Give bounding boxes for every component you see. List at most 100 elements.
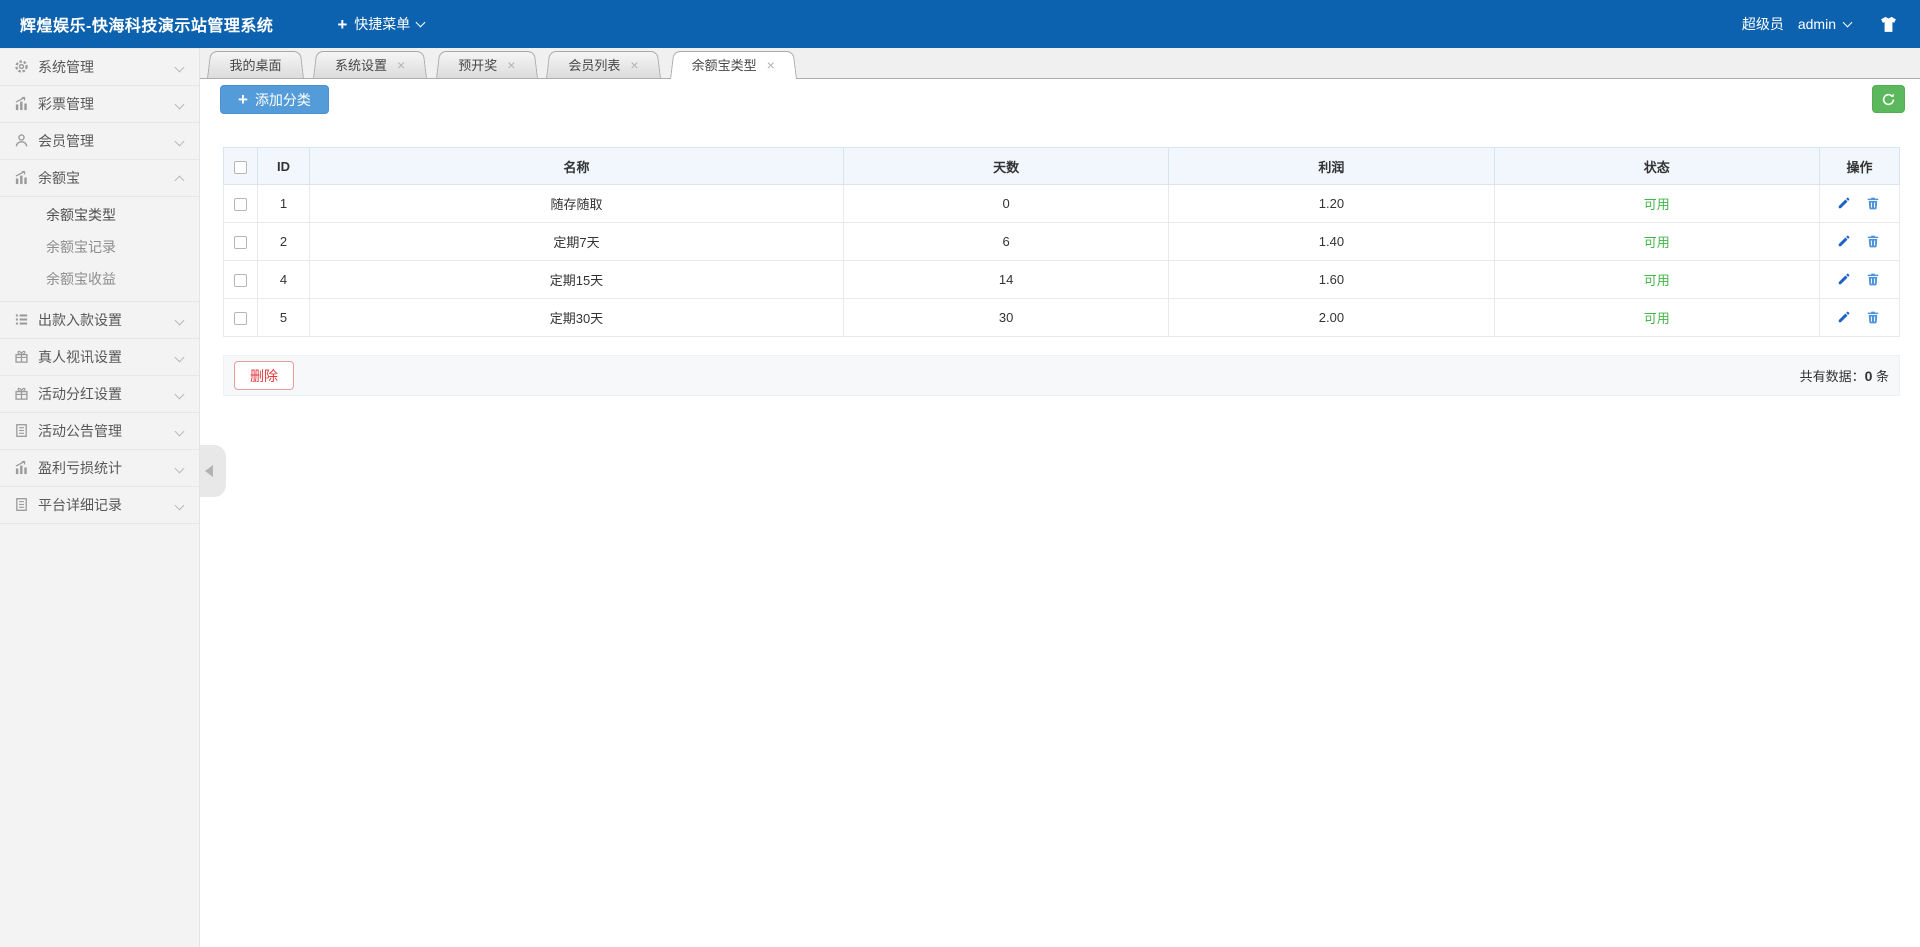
cell-profit: 1.40: [1168, 222, 1495, 261]
theme-button[interactable]: [1879, 15, 1898, 34]
sidebar-item-label: 活动公告管理: [38, 423, 122, 439]
sidebar-item-lottery-management[interactable]: 彩票管理: [0, 86, 199, 123]
app-root: 辉煌娱乐-快海科技演示站管理系统 + 快捷菜单 超级员 admin 系统管理 彩…: [0, 0, 1920, 947]
submenu-item-label: 余额宝收益: [46, 271, 116, 287]
tab-label: 系统设置: [335, 58, 388, 73]
sidebar-menu: 系统管理 彩票管理 会员管理 余额宝 余额宝类型 余额宝记录 余额宝收益 出款入…: [0, 48, 199, 524]
refresh-button[interactable]: [1872, 85, 1905, 113]
sidebar-item-yuebao[interactable]: 余额宝: [0, 160, 199, 197]
column-header-days: 天数: [842, 147, 1170, 185]
add-category-button[interactable]: + 添加分类: [220, 85, 329, 114]
tab-pre-lottery[interactable]: 预开奖 ×: [436, 51, 537, 78]
data-table: ID 名称 天数 利润 状态 操作 1 随存随取 0 1.20 可用 2 定期7…: [223, 147, 1900, 337]
table-row: 1 随存随取 0 1.20 可用: [223, 184, 1900, 223]
trash-icon[interactable]: [1866, 272, 1882, 288]
sidebar-item-activity-announcement[interactable]: 活动公告管理: [0, 413, 199, 450]
toolbar: + 添加分类: [200, 79, 1920, 114]
row-checkbox[interactable]: [234, 312, 247, 326]
sidebar-item-yuebao-income[interactable]: 余额宝收益: [0, 263, 199, 295]
chart-icon: [14, 460, 30, 476]
topbar-right: 超级员 admin: [1742, 14, 1898, 34]
edit-icon[interactable]: [1837, 234, 1853, 250]
sidebar-item-label: 平台详细记录: [38, 497, 122, 513]
tab-label: 余额宝类型: [691, 58, 757, 73]
submenu-item-label: 余额宝类型: [46, 207, 116, 223]
gear-icon: [14, 59, 30, 75]
edit-icon[interactable]: [1837, 272, 1853, 288]
sidebar: 系统管理 彩票管理 会员管理 余额宝 余额宝类型 余额宝记录 余额宝收益 出款入…: [0, 48, 200, 947]
list-icon: [14, 312, 30, 328]
sidebar-item-yuebao-type[interactable]: 余额宝类型: [0, 199, 199, 231]
tab-system-settings[interactable]: 系统设置 ×: [313, 51, 427, 78]
sidebar-item-label: 会员管理: [38, 133, 94, 149]
sidebar-item-system-management[interactable]: 系统管理: [0, 49, 199, 86]
close-icon[interactable]: ×: [397, 58, 405, 72]
tab-label: 会员列表: [568, 58, 621, 73]
cell-id: 2: [257, 222, 310, 261]
chevron-down-icon: [174, 463, 185, 473]
plus-icon: +: [238, 90, 248, 109]
chevron-down-icon: [174, 352, 185, 362]
chevron-up-icon: [174, 175, 185, 185]
row-checkbox[interactable]: [234, 274, 247, 288]
sidebar-item-yuebao-records[interactable]: 余额宝记录: [0, 231, 199, 263]
edit-icon[interactable]: [1837, 310, 1853, 326]
tab-yuebao-type[interactable]: 余额宝类型 ×: [670, 51, 797, 78]
cell-profit: 1.20: [1168, 184, 1495, 223]
total-prefix: 共有数据：: [1799, 369, 1865, 384]
table-header-row: ID 名称 天数 利润 状态 操作: [223, 147, 1900, 185]
trash-icon[interactable]: [1866, 196, 1882, 212]
cell-name: 定期30天: [309, 298, 844, 337]
sidebar-item-profit-loss-statistics[interactable]: 盈利亏损统计: [0, 450, 199, 487]
chevron-down-icon: [1842, 17, 1853, 28]
close-icon[interactable]: ×: [630, 58, 638, 72]
status-badge: 可用: [1643, 235, 1670, 250]
table-footer: 删除 共有数据：0 条: [223, 355, 1900, 396]
gift-icon: [14, 349, 30, 365]
chevron-down-icon: [174, 426, 185, 436]
chevron-down-icon: [174, 62, 185, 72]
chevron-down-icon: [174, 500, 185, 510]
sidebar-item-label: 盈利亏损统计: [38, 460, 122, 476]
sidebar-item-label: 彩票管理: [38, 96, 94, 112]
plus-icon: +: [337, 14, 348, 34]
cell-profit: 2.00: [1168, 298, 1495, 337]
close-icon[interactable]: ×: [767, 58, 775, 72]
main-row: 系统管理 彩票管理 会员管理 余额宝 余额宝类型 余额宝记录 余额宝收益 出款入…: [0, 48, 1920, 947]
tab-member-list[interactable]: 会员列表 ×: [546, 51, 660, 78]
cell-id: 1: [257, 184, 310, 223]
cell-days: 30: [842, 298, 1170, 337]
sidebar-item-withdraw-deposit-settings[interactable]: 出款入款设置: [0, 302, 199, 339]
trash-icon[interactable]: [1866, 234, 1882, 250]
refresh-icon: [1881, 92, 1896, 107]
quick-menu-button[interactable]: + 快捷菜单: [337, 14, 426, 34]
close-icon[interactable]: ×: [507, 58, 515, 72]
trash-icon[interactable]: [1866, 310, 1882, 326]
tab-my-desktop[interactable]: 我的桌面: [207, 51, 304, 78]
sidebar-item-live-video-settings[interactable]: 真人视讯设置: [0, 339, 199, 376]
sidebar-item-label: 真人视讯设置: [38, 349, 122, 365]
sidebar-item-activity-dividend-settings[interactable]: 活动分红设置: [0, 376, 199, 413]
chevron-down-icon: [415, 17, 426, 28]
cell-id: 5: [257, 298, 310, 337]
select-all-checkbox[interactable]: [234, 160, 247, 174]
user-icon: [14, 133, 30, 149]
row-checkbox[interactable]: [234, 198, 247, 212]
cell-days: 0: [842, 184, 1170, 223]
delete-button[interactable]: 删除: [234, 361, 294, 390]
cell-name: 定期15天: [309, 260, 844, 299]
table-row: 5 定期30天 30 2.00 可用: [223, 298, 1900, 337]
sidebar-item-label: 出款入款设置: [38, 312, 122, 328]
status-badge: 可用: [1643, 311, 1670, 326]
user-menu[interactable]: admin: [1797, 16, 1853, 32]
add-category-label: 添加分类: [254, 91, 311, 108]
username: admin: [1797, 16, 1836, 32]
sidebar-item-member-management[interactable]: 会员管理: [0, 123, 199, 160]
row-checkbox[interactable]: [234, 236, 247, 250]
cell-name: 随存随取: [309, 184, 844, 223]
edit-icon[interactable]: [1837, 196, 1853, 212]
sidebar-collapse-handle[interactable]: [200, 445, 226, 497]
quick-menu-label: 快捷菜单: [354, 16, 411, 32]
sidebar-item-platform-detail-records[interactable]: 平台详细记录: [0, 487, 199, 524]
cell-days: 6: [842, 222, 1170, 261]
